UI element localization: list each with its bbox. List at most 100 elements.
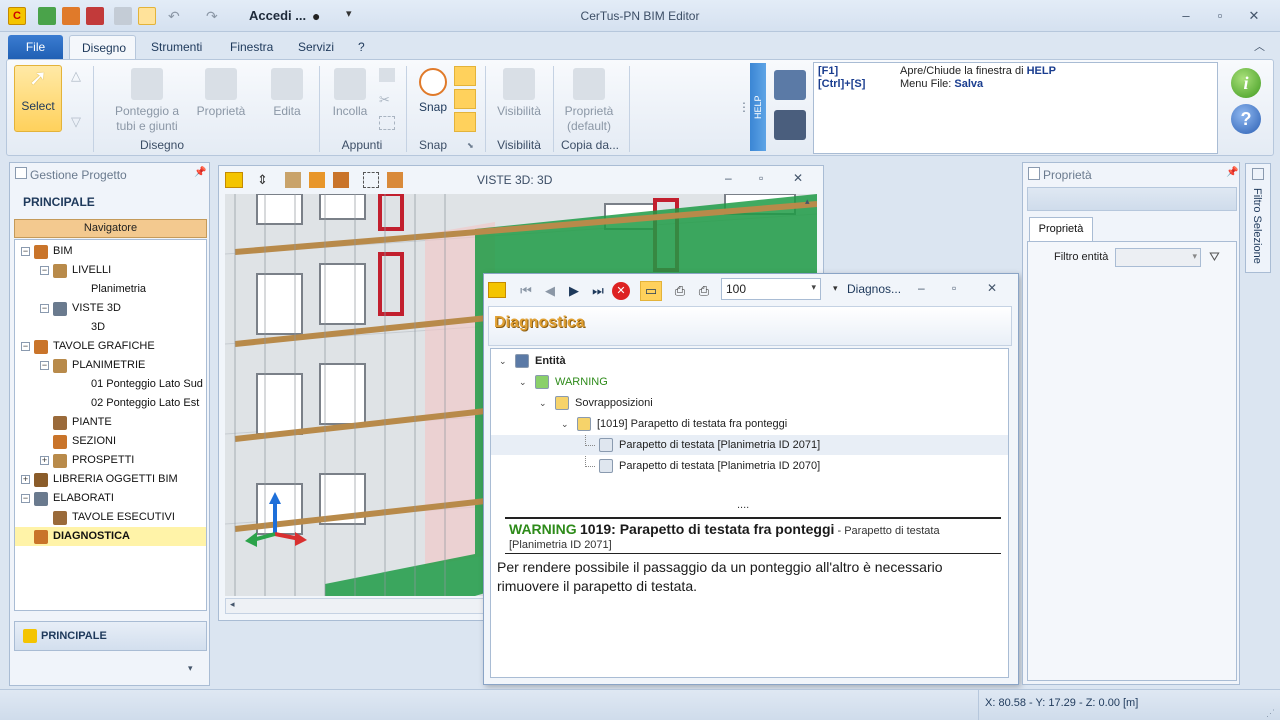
tree-item[interactable]: − PLANIMETRIE <box>15 356 206 375</box>
tab-proprieta[interactable]: Proprietà <box>1029 217 1093 241</box>
tree-item[interactable]: − TAVOLE GRAFICHE <box>15 337 206 356</box>
proprieta-button[interactable]: Proprietà <box>193 68 249 119</box>
first-icon[interactable]: ⏮ <box>516 282 536 300</box>
tree-item[interactable]: + LIBRERIA OGGETTI BIM <box>15 470 206 489</box>
preview-icon[interactable]: ▭ <box>640 281 662 301</box>
section-icon[interactable] <box>333 172 349 188</box>
minimize-button[interactable]: – <box>1176 8 1196 24</box>
scroll-up-icon[interactable]: △ <box>71 68 81 84</box>
collapse-icon[interactable]: − <box>40 361 49 370</box>
tree-item[interactable]: DIAGNOSTICA <box>15 527 206 546</box>
app-logo-icon[interactable] <box>488 282 506 298</box>
ribbon-overflow-icon[interactable]: ⋮ <box>738 100 750 114</box>
scroll-up-arrow[interactable]: ▴ <box>805 196 810 207</box>
visibilita-button[interactable]: Visibilità <box>491 68 547 119</box>
help-side-tab[interactable]: HELP <box>750 63 766 151</box>
collapse-ribbon-icon[interactable]: ︿ <box>1254 38 1265 54</box>
tree-item[interactable]: − LIVELLI <box>15 261 206 280</box>
tree-item[interactable]: Planimetria <box>15 280 206 299</box>
snap-dialog-launcher-icon[interactable]: ⬊ <box>467 141 474 150</box>
snap-button[interactable]: Snap <box>411 68 455 115</box>
diag-close-button[interactable]: ✕ <box>987 281 997 295</box>
filter-select[interactable]: ▾ <box>1115 248 1201 267</box>
tree-item[interactable]: SEZIONI <box>15 432 206 451</box>
view-maximize-button[interactable]: ▫ <box>759 171 763 185</box>
tree-item[interactable]: − VISTE 3D <box>15 299 206 318</box>
material-icon[interactable] <box>309 172 325 188</box>
collapse-icon[interactable]: − <box>21 494 30 503</box>
tree-item[interactable]: TAVOLE ESECUTIVI <box>15 508 206 527</box>
navigator-header[interactable]: Navigatore <box>14 219 207 238</box>
tree-item[interactable]: + PROSPETTI <box>15 451 206 470</box>
cut-icon[interactable]: ✂ <box>379 92 390 108</box>
layers-icon[interactable] <box>387 172 403 188</box>
view-minimize-button[interactable]: – <box>725 171 732 185</box>
tree-item[interactable]: 01 Ponteggio Lato Sud <box>15 375 206 394</box>
help-video-icon[interactable] <box>774 110 806 140</box>
next-icon[interactable]: ▶ <box>564 282 584 300</box>
diag-tree-item[interactable]: ⌄ Entità <box>491 351 1008 371</box>
previous-icon[interactable]: ◀ <box>540 282 560 300</box>
print-preview-icon[interactable]: ⎙ <box>670 282 690 300</box>
diag-minimize-button[interactable]: – <box>918 281 925 295</box>
print-icon[interactable]: ⎙ <box>694 282 714 300</box>
diag-tree-item[interactable]: ⌄ Sovrapposizioni <box>491 393 1008 413</box>
collapse-icon[interactable]: − <box>40 304 49 313</box>
snap-midpoint-icon[interactable] <box>454 89 476 109</box>
filter-funnel-icon[interactable]: ⛛ <box>1209 249 1220 265</box>
vertical-extent-icon[interactable]: ⇕ <box>257 172 273 188</box>
tree-item[interactable]: 3D <box>15 318 206 337</box>
tree-item[interactable]: − ELABORATI <box>15 489 206 508</box>
footer-dropdown-icon[interactable]: ▾ <box>188 663 193 674</box>
collapse-icon[interactable]: − <box>40 266 49 275</box>
select-all-icon[interactable] <box>379 116 395 130</box>
close-button[interactable]: ✕ <box>1244 8 1264 24</box>
expand-icon[interactable]: + <box>21 475 30 484</box>
snap-grid-icon[interactable] <box>454 112 476 132</box>
diag-tree-item[interactable]: Parapetto di testata [Planimetria ID 207… <box>491 435 1008 455</box>
window-menu-icon[interactable]: ▾ <box>833 283 838 294</box>
zoom-select[interactable]: 100 ▾ <box>721 278 821 300</box>
diag-tree-item[interactable]: Parapetto di testata [Planimetria ID 207… <box>491 456 1008 476</box>
maximize-button[interactable]: ▫ <box>1210 8 1230 24</box>
scroll-down-icon[interactable]: ▽ <box>71 114 81 130</box>
last-icon[interactable]: ⏭ <box>588 282 608 300</box>
chevron-down-icon[interactable]: ⌄ <box>499 351 507 371</box>
stop-icon[interactable]: ✕ <box>612 282 630 300</box>
zoom-extents-icon[interactable] <box>363 172 379 188</box>
info-icon[interactable]: i <box>1231 68 1261 98</box>
select-button[interactable]: ➚ Select <box>14 65 62 132</box>
expand-icon[interactable]: + <box>40 456 49 465</box>
chevron-down-icon[interactable]: ⌄ <box>561 414 569 434</box>
principale-footer[interactable]: PRINCIPALE <box>14 621 207 651</box>
filter-selection-side-tab[interactable]: Filtro Selezione <box>1245 163 1271 273</box>
incolla-button[interactable]: Incolla <box>325 68 375 119</box>
chevron-down-icon[interactable]: ⌄ <box>519 372 527 392</box>
snap-endpoint-icon[interactable] <box>454 66 476 86</box>
help-edit-icon[interactable] <box>774 70 806 100</box>
diag-maximize-button[interactable]: ▫ <box>952 281 956 295</box>
hatch-icon[interactable] <box>285 172 301 188</box>
help-question-icon[interactable]: ? <box>1231 104 1261 134</box>
tab-strumenti[interactable]: Strumenti <box>139 35 214 60</box>
tab-finestra[interactable]: Finestra <box>218 35 285 60</box>
chevron-down-icon[interactable]: ⌄ <box>539 393 547 413</box>
ponteggio-button[interactable]: Ponteggio a tubi e giunti <box>107 68 187 134</box>
collapse-icon[interactable]: − <box>21 247 30 256</box>
resize-grip-icon[interactable]: ⋰ <box>1266 708 1275 719</box>
tree-item[interactable]: PIANTE <box>15 413 206 432</box>
proprieta-default-button[interactable]: Proprietà (default) <box>559 68 619 134</box>
tab-servizi[interactable]: Servizi <box>286 35 346 60</box>
pin-icon[interactable]: 📌 <box>1226 167 1238 178</box>
app-logo-icon[interactable] <box>225 172 243 188</box>
diag-tree-item[interactable]: ⌄ [1019] Parapetto di testata fra pontegg… <box>491 414 1008 434</box>
diag-tree-item[interactable]: ⌄ WARNING <box>491 372 1008 392</box>
pin-icon[interactable]: 📌 <box>194 167 206 178</box>
edita-button[interactable]: Edita <box>259 68 315 119</box>
tab-disegno[interactable]: Disegno <box>69 35 136 60</box>
tree-item[interactable]: 02 Ponteggio Lato Est <box>15 394 206 413</box>
collapse-icon[interactable]: − <box>21 342 30 351</box>
tree-item[interactable]: − BIM <box>15 242 206 261</box>
tab-file[interactable]: File <box>8 35 63 60</box>
tab-help[interactable]: ? <box>346 35 377 60</box>
